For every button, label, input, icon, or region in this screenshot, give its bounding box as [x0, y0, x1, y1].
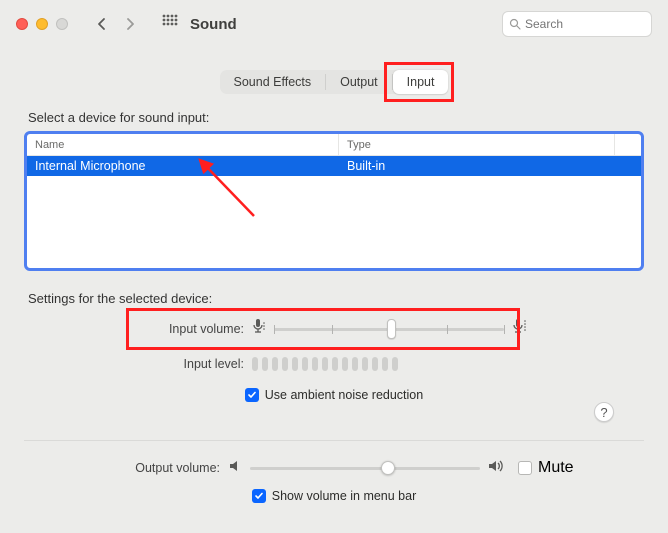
window-title: Sound [190, 16, 237, 33]
close-window-button[interactable] [16, 18, 28, 30]
show-volume-menu-label: Show volume in menu bar [272, 489, 417, 503]
search-icon [509, 18, 521, 30]
search-field[interactable] [502, 11, 652, 37]
input-level-row: Input level: [24, 352, 644, 376]
tab-bar: Sound Effects Output Input [0, 48, 668, 100]
column-header-name[interactable]: Name [27, 134, 339, 155]
mute-row[interactable]: Mute [518, 459, 574, 477]
table-empty-area [27, 176, 641, 268]
input-volume-slider[interactable] [274, 319, 504, 339]
output-volume-label: Output volume: [86, 461, 220, 475]
output-volume-row: Output volume: Mute [0, 455, 668, 481]
tab-output[interactable]: Output [326, 70, 392, 94]
tab-sound-effects[interactable]: Sound Effects [220, 70, 326, 94]
forward-button [116, 12, 144, 36]
window-controls [16, 18, 68, 30]
noise-reduction-label: Use ambient noise reduction [265, 388, 423, 402]
speaker-low-icon [228, 459, 242, 478]
mute-checkbox[interactable] [518, 461, 532, 475]
tab-input[interactable]: Input [393, 70, 449, 94]
noise-reduction-row[interactable]: Use ambient noise reduction [24, 388, 644, 402]
separator [24, 440, 644, 441]
back-button[interactable] [88, 12, 116, 36]
noise-reduction-checkbox[interactable] [245, 388, 259, 402]
show-volume-menu-checkbox[interactable] [252, 489, 266, 503]
device-name: Internal Microphone [27, 159, 339, 173]
minimize-window-button[interactable] [36, 18, 48, 30]
grid-icon[interactable] [162, 14, 178, 35]
mic-high-icon [512, 318, 528, 341]
settings-heading: Settings for the selected device: [28, 291, 644, 306]
input-level-label: Input level: [132, 357, 244, 371]
input-device-table[interactable]: Name Type Internal Microphone Built-in [24, 131, 644, 271]
device-type: Built-in [339, 159, 641, 173]
table-header: Name Type [27, 134, 641, 156]
column-header-type[interactable]: Type [339, 134, 615, 155]
input-volume-row: Input volume: [24, 314, 644, 344]
search-input[interactable] [525, 17, 668, 31]
help-button[interactable]: ? [594, 402, 614, 422]
zoom-window-button [56, 18, 68, 30]
input-device-heading: Select a device for sound input: [28, 110, 644, 125]
input-level-meter [252, 357, 398, 371]
input-volume-label: Input volume: [132, 322, 244, 336]
mute-label: Mute [538, 459, 574, 477]
titlebar: Sound [0, 0, 668, 48]
output-volume-slider[interactable] [250, 458, 480, 478]
device-row-internal-microphone[interactable]: Internal Microphone Built-in [27, 156, 641, 176]
speaker-high-icon [488, 459, 506, 478]
mic-low-icon [252, 318, 266, 341]
show-volume-menu-row[interactable]: Show volume in menu bar [0, 489, 668, 503]
